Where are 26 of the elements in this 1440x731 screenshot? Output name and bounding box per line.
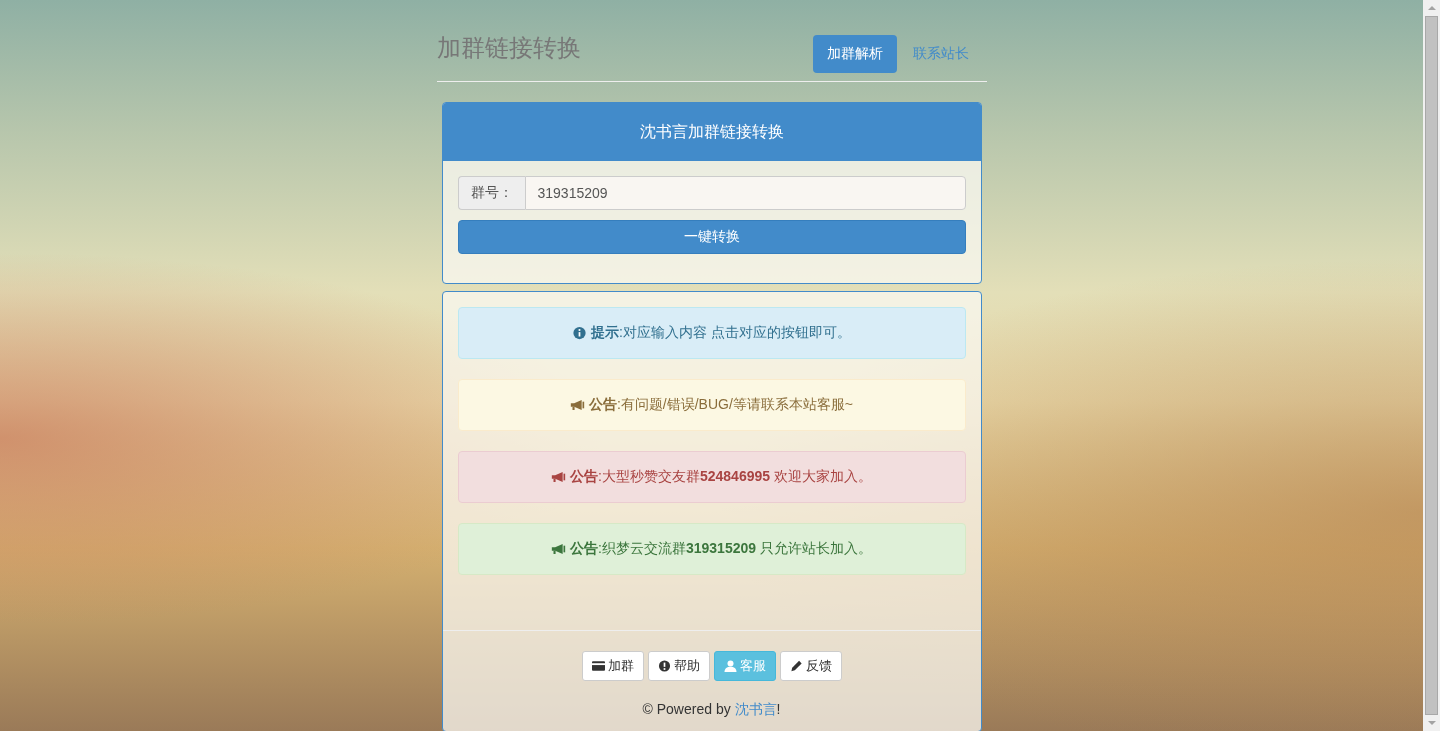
megaphone-icon — [551, 542, 567, 556]
panel-title: 沈书言加群链接转换 — [639, 121, 784, 142]
exclamation-icon — [657, 660, 671, 672]
info-icon — [572, 326, 588, 340]
powered-text: © Powered by — [642, 701, 731, 719]
group-number-field[interactable]: 319315209 — [524, 176, 966, 210]
footer-button[interactable]: 反馈 — [779, 651, 842, 681]
footer-button[interactable]: 客服 — [713, 651, 776, 681]
megaphone-icon — [569, 398, 585, 412]
field-label: 群号： — [457, 176, 525, 210]
alert-text: 提示:对应输入内容 点击对应的按钮即可。 — [591, 324, 851, 342]
footer-button[interactable]: 帮助 — [647, 651, 710, 681]
nav-tab[interactable]: 加群解析 — [812, 35, 897, 73]
powered-suffix: ! — [776, 701, 781, 719]
convert-button[interactable]: 一键转换 — [457, 220, 966, 254]
card-icon — [591, 660, 605, 672]
scrollbar[interactable] — [1423, 0, 1440, 731]
alert-text: 公告:织梦云交流群319315209 只允许站长加入。 — [570, 540, 872, 558]
alert-text: 公告:有问题/错误/BUG/等请联系本站客服~ — [588, 396, 854, 414]
footer-button[interactable]: 加群 — [581, 651, 644, 681]
author-link[interactable]: 沈书言 — [734, 701, 777, 719]
user-icon — [723, 660, 737, 672]
megaphone-icon — [551, 470, 567, 484]
alert-text: 公告:大型秒赞交友群524846995 欢迎大家加入。 — [570, 468, 872, 486]
site-title: 加群链接转换 — [436, 33, 581, 63]
pencil-icon — [789, 660, 803, 672]
